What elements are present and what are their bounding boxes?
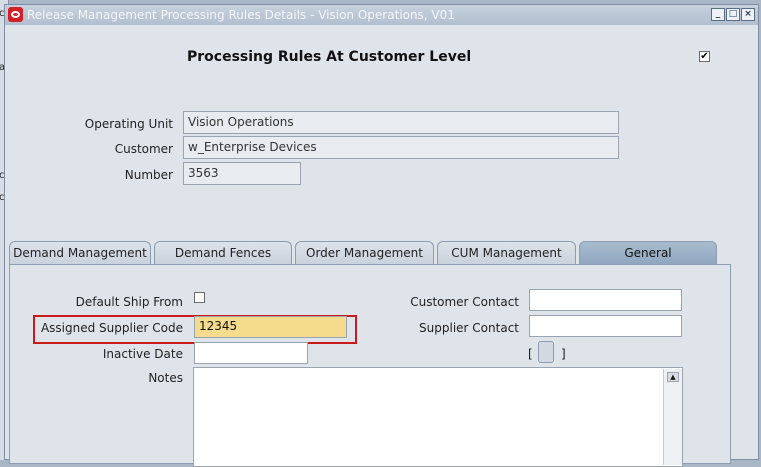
maximize-icon[interactable]: □ (726, 8, 740, 21)
default-ship-from-label: Default Ship From (75, 295, 183, 309)
inactive-date-label: Inactive Date (102, 347, 183, 361)
notes-textarea[interactable] (193, 367, 683, 467)
dff-close-bracket: ] (561, 347, 566, 361)
window-title: Release Management Processing Rules Deta… (27, 8, 455, 22)
operating-unit-label: Operating Unit (84, 117, 173, 131)
number-field[interactable]: 3563 (183, 162, 301, 185)
customer-contact-field[interactable] (529, 289, 682, 311)
dff-open-bracket: [ (528, 347, 533, 361)
notes-scrollbar[interactable]: ▲ (663, 369, 682, 465)
customer-field[interactable]: w_Enterprise Devices (183, 136, 619, 159)
notes-label: Notes (148, 371, 183, 385)
inactive-date-field[interactable] (194, 342, 308, 364)
customer-label: Customer (114, 142, 173, 156)
oracle-app-icon (8, 7, 23, 22)
assigned-supplier-code-label: Assigned Supplier Code (40, 321, 183, 335)
default-ship-from-checkbox[interactable] (194, 292, 205, 303)
operating-unit-field[interactable]: Vision Operations (183, 111, 619, 134)
tab-demand-fences[interactable]: Demand Fences (154, 241, 292, 265)
tab-general[interactable]: General (579, 241, 717, 265)
supplier-contact-field[interactable] (529, 315, 682, 337)
number-label: Number (124, 168, 173, 182)
close-icon[interactable]: × (741, 8, 755, 21)
customer-contact-label: Customer Contact (410, 295, 519, 309)
page-title: Processing Rules At Customer Level (187, 49, 472, 65)
tab-cum-management[interactable]: CUM Management (437, 241, 576, 265)
tab-order-management[interactable]: Order Management (295, 241, 434, 265)
processing-rules-window: Release Management Processing Rules Deta… (4, 4, 759, 467)
descriptive-flexfield[interactable] (538, 341, 554, 363)
tab-demand-management[interactable]: Demand Management (9, 241, 151, 265)
assigned-supplier-code-field[interactable]: 12345 (194, 316, 347, 338)
minimize-icon[interactable]: _ (711, 8, 725, 21)
scroll-up-icon[interactable]: ▲ (667, 372, 679, 382)
title-bar[interactable]: Release Management Processing Rules Deta… (5, 5, 758, 25)
header-checkbox[interactable]: ✔ (699, 51, 710, 62)
supplier-contact-label: Supplier Contact (419, 321, 519, 335)
